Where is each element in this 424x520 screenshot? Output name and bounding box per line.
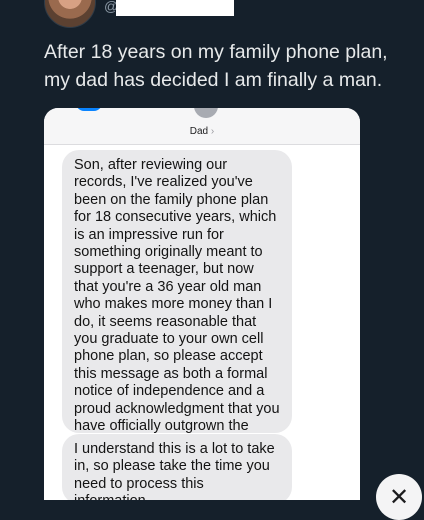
tweet-text: After 18 years on my family phone plan, … bbox=[44, 41, 388, 91]
contact-avatar: D bbox=[194, 108, 218, 118]
attached-screenshot[interactable]: D Dad › Son, after reviewing our records… bbox=[44, 108, 360, 500]
contact-name: Dad › bbox=[44, 126, 360, 137]
close-button[interactable]: ✕ bbox=[376, 474, 422, 520]
close-icon: ✕ bbox=[388, 483, 410, 511]
handle-redaction bbox=[116, 0, 234, 16]
message-bubble-received: I understand this is a lot to take in, s… bbox=[62, 434, 292, 500]
messages-header: D Dad › bbox=[44, 108, 360, 145]
message-bubble-received: Son, after reviewing our records, I've r… bbox=[62, 150, 292, 452]
chevron-right-icon: › bbox=[210, 126, 215, 137]
back-arrow-icon bbox=[76, 108, 102, 111]
contact-name-label: Dad bbox=[189, 126, 209, 137]
author-avatar[interactable] bbox=[44, 0, 96, 28]
